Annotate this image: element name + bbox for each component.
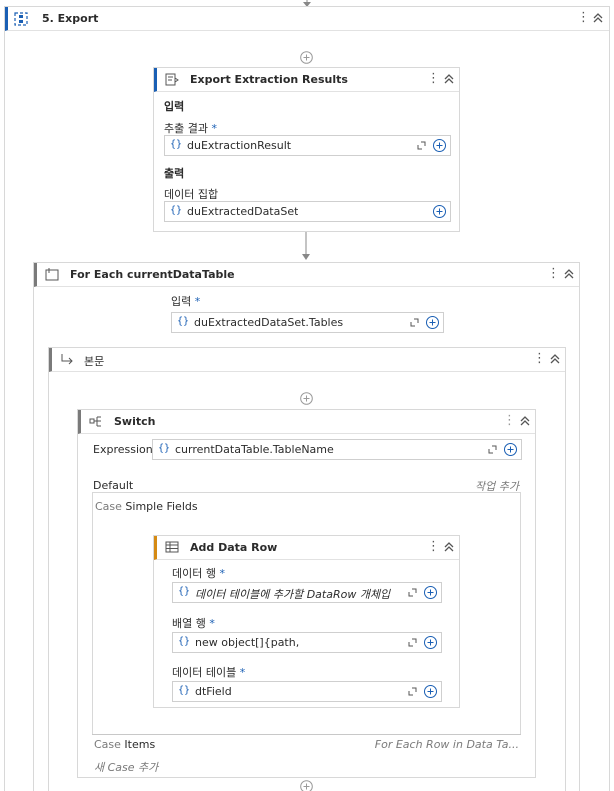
add-variable-icon[interactable] <box>425 315 440 330</box>
data-table-field[interactable]: {} dtField <box>172 681 442 702</box>
expression-value: currentDataTable.TableName <box>175 443 334 456</box>
dataset-value: duExtractedDataSet <box>187 205 299 218</box>
sequence-header[interactable]: 5. Export ⋮ <box>5 7 609 31</box>
data-row-label: 데이터 행 * <box>172 567 225 580</box>
data-row-field[interactable]: {} 데이터 테이블에 추가할 DataRow 개체입 <box>172 582 442 603</box>
case-simple-fields-header[interactable]: Case Simple Fields <box>95 500 198 513</box>
expression-brace-icon: {} <box>178 636 191 647</box>
connector-arrow <box>302 232 310 260</box>
input-section-label: 입력 <box>164 100 185 113</box>
export-activity-header[interactable]: Export Extraction Results ⋮ <box>154 68 459 92</box>
switch-collapse-icon[interactable] <box>519 414 531 428</box>
export-activity-collapse-icon[interactable] <box>443 72 455 86</box>
switch-title: Switch <box>114 415 156 428</box>
body-menu-icon[interactable]: ⋮ <box>533 351 546 367</box>
add-variable-icon[interactable] <box>432 204 447 219</box>
export-extraction-results-activity[interactable]: Export Extraction Results ⋮ 입력 추출 결과 * {… <box>153 67 460 232</box>
data-table-value: dtField <box>195 685 232 698</box>
array-row-value: new object[]{path, <box>195 636 300 649</box>
body-title: 본문 <box>84 355 105 368</box>
export-activity-title: Export Extraction Results <box>190 73 348 86</box>
for-each-icon <box>45 268 59 281</box>
array-row-label: 배열 행 * <box>172 617 215 630</box>
output-section-label: 출력 <box>164 167 185 180</box>
export-activity-menu-icon[interactable]: ⋮ <box>427 71 440 87</box>
switch-icon <box>89 416 101 427</box>
add-variable-icon[interactable] <box>423 585 438 600</box>
data-row-placeholder: 데이터 테이블에 추가할 DataRow 개체입 <box>195 588 391 601</box>
dataset-label: 데이터 집합 <box>164 188 219 201</box>
sequence-collapse-icon[interactable] <box>592 11 604 25</box>
add-data-row-header[interactable]: Add Data Row ⋮ <box>154 536 459 560</box>
add-new-case-link[interactable]: 새 Case 추가 <box>94 759 158 775</box>
body-collapse-icon[interactable] <box>549 352 561 366</box>
sequence-title: 5. Export <box>42 12 99 25</box>
expand-editor-icon[interactable] <box>488 445 497 454</box>
add-variable-icon[interactable] <box>423 684 438 699</box>
extraction-result-label: 추출 결과 * <box>164 122 217 135</box>
body-arrow-icon <box>61 354 73 365</box>
sequence-icon <box>14 12 28 26</box>
extraction-result-value: duExtractionResult <box>187 139 292 152</box>
case-items-summary[interactable]: For Each Row in Data Ta... <box>375 738 519 751</box>
add-data-row-menu-icon[interactable]: ⋮ <box>427 539 440 555</box>
for-each-header[interactable]: For Each currentDataTable ⋮ <box>34 263 579 287</box>
dataset-field[interactable]: {} duExtractedDataSet <box>164 201 451 222</box>
extraction-result-field[interactable]: {} duExtractionResult <box>164 135 451 156</box>
array-row-field[interactable]: {} new object[]{path, <box>172 632 442 653</box>
expression-brace-icon: {} <box>177 316 190 327</box>
expression-brace-icon: {} <box>178 685 191 696</box>
case-divider <box>92 734 521 735</box>
for-each-collapse-icon[interactable] <box>563 267 575 281</box>
default-label: Default <box>93 479 134 492</box>
expand-editor-icon[interactable] <box>408 588 417 597</box>
expand-editor-icon[interactable] <box>417 141 426 150</box>
for-each-input-label: 입력 * <box>171 295 201 308</box>
add-variable-icon[interactable] <box>432 138 447 153</box>
body-header[interactable]: 본문 ⋮ <box>49 348 565 372</box>
for-each-menu-icon[interactable]: ⋮ <box>547 266 560 282</box>
add-data-row-collapse-icon[interactable] <box>443 540 455 554</box>
expand-editor-icon[interactable] <box>408 687 417 696</box>
for-each-input-field[interactable]: {} duExtractedDataSet.Tables <box>171 312 444 333</box>
expand-editor-icon[interactable] <box>408 638 417 647</box>
expression-brace-icon: {} <box>178 586 191 597</box>
add-activity-plus-icon[interactable] <box>300 392 313 405</box>
export-icon <box>165 73 179 86</box>
expression-field[interactable]: {} currentDataTable.TableName <box>152 439 522 460</box>
add-variable-icon[interactable] <box>423 635 438 650</box>
switch-header[interactable]: Switch ⋮ <box>78 410 535 434</box>
data-table-label: 데이터 테이블 * <box>172 666 246 679</box>
sequence-menu-icon[interactable]: ⋮ <box>577 10 590 26</box>
add-variable-icon[interactable] <box>503 442 518 457</box>
add-activity-plus-icon[interactable] <box>300 780 313 791</box>
expression-brace-icon: {} <box>170 205 183 216</box>
expression-brace-icon: {} <box>170 139 183 150</box>
case-items-header[interactable]: Case Items <box>94 738 155 751</box>
for-each-input-value: duExtractedDataSet.Tables <box>194 316 344 329</box>
add-activity-plus-icon[interactable] <box>300 51 313 64</box>
add-data-row-activity[interactable]: Add Data Row ⋮ 데이터 행 * {} 데이터 테이블에 추가할 D… <box>153 535 460 708</box>
expand-editor-icon[interactable] <box>410 318 419 327</box>
data-table-icon <box>165 541 179 553</box>
expression-brace-icon: {} <box>158 443 171 454</box>
add-data-row-title: Add Data Row <box>190 541 278 554</box>
switch-menu-icon[interactable]: ⋮ <box>503 413 516 429</box>
expression-label: Expression <box>93 443 153 456</box>
for-each-title: For Each currentDataTable <box>70 268 235 281</box>
